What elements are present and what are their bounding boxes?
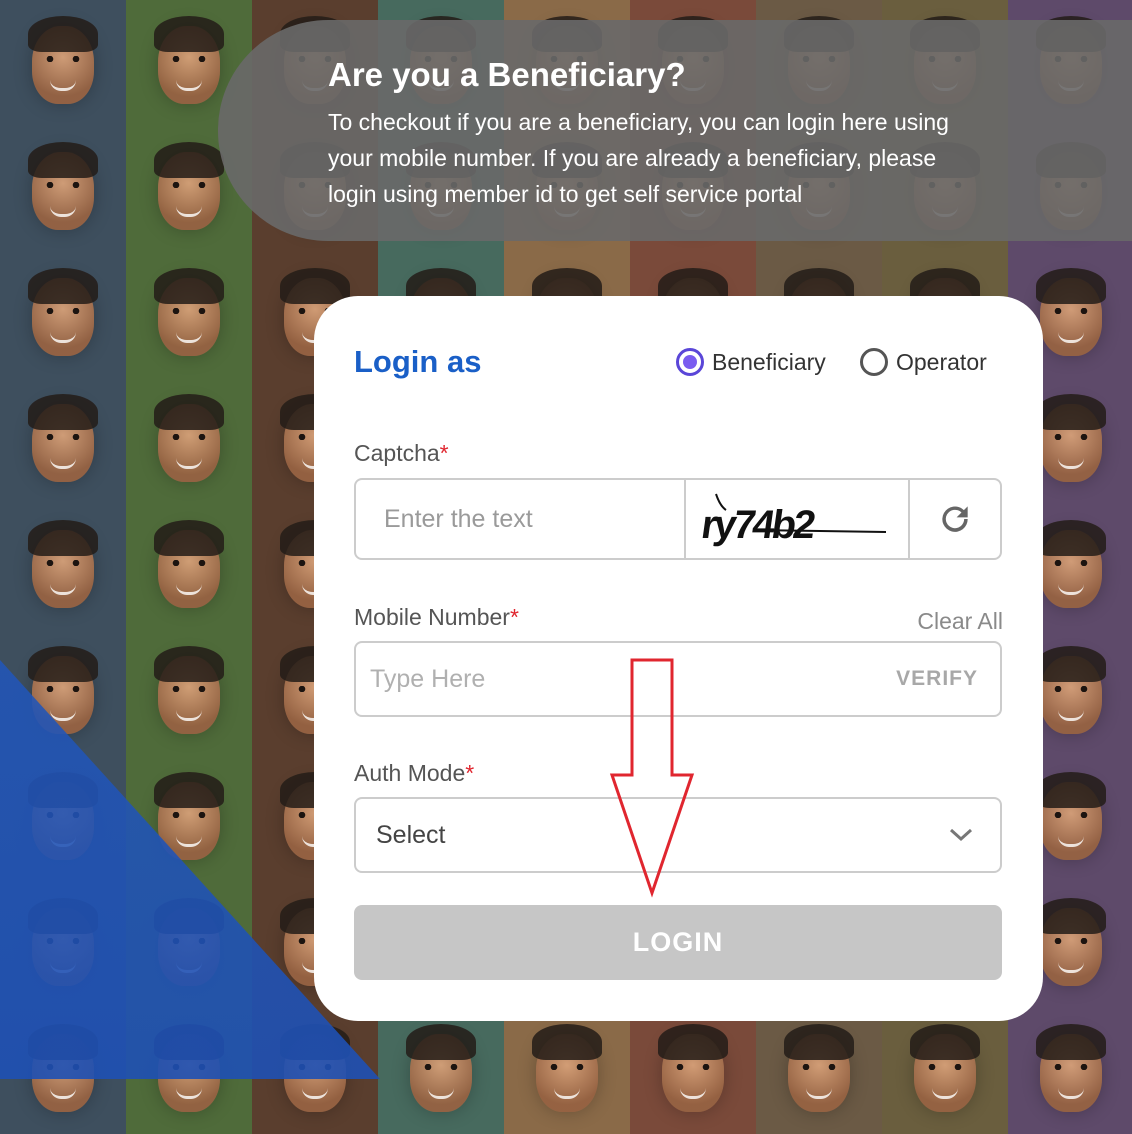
auth-mode-selected-value: Select — [376, 820, 446, 849]
radio-checked-icon[interactable] — [676, 348, 704, 376]
required-asterisk: * — [465, 760, 475, 786]
portrait-tile — [0, 504, 126, 630]
captcha-label: Captcha* — [354, 440, 449, 467]
portrait-tile — [1008, 1008, 1132, 1134]
portrait-tile — [630, 1008, 756, 1134]
auth-mode-label: Auth Mode* — [354, 760, 474, 787]
portrait-tile — [126, 504, 252, 630]
banner-title: Are you a Beneficiary? — [328, 56, 686, 93]
portrait-tile — [504, 1008, 630, 1134]
required-asterisk: * — [509, 604, 519, 630]
clear-all-link[interactable]: Clear All — [917, 608, 1003, 635]
auth-mode-label-text: Auth Mode — [354, 760, 466, 786]
captcha-group: ry74b2 — [354, 478, 1002, 560]
captcha-refresh-button[interactable] — [910, 480, 1000, 558]
portrait-tile — [126, 378, 252, 504]
captcha-input[interactable] — [356, 480, 684, 558]
beneficiary-info-banner: Are you a Beneficiary? To checkout if yo… — [218, 20, 1132, 241]
mobile-number-group: VERIFY — [354, 641, 1002, 717]
login-card: Login as Beneficiary Operator Captcha* r… — [314, 296, 1043, 1021]
radio-unchecked-icon[interactable] — [860, 348, 888, 376]
role-option-label: Operator — [896, 348, 987, 375]
chevron-down-icon — [949, 828, 973, 842]
auth-mode-select[interactable]: Select — [354, 797, 1002, 873]
captcha-image-graphic: ry74b2 — [699, 493, 887, 547]
verify-button[interactable]: VERIFY — [896, 667, 978, 691]
portrait-tile — [882, 1008, 1008, 1134]
portrait-tile — [126, 630, 252, 756]
role-option-beneficiary[interactable]: Beneficiary — [676, 344, 826, 380]
portrait-tile — [126, 252, 252, 378]
login-as-heading: Login as — [354, 344, 482, 379]
required-asterisk: * — [439, 440, 449, 466]
role-option-label: Beneficiary — [712, 348, 826, 375]
portrait-tile — [378, 1008, 504, 1134]
portrait-tile — [0, 252, 126, 378]
role-option-operator[interactable]: Operator — [860, 344, 987, 380]
portrait-tile — [0, 0, 126, 126]
captcha-label-text: Captcha — [354, 440, 440, 466]
login-button[interactable]: LOGIN — [354, 905, 1002, 980]
captcha-image-text: ry74b2 — [699, 502, 818, 547]
mobile-number-input[interactable] — [356, 642, 897, 716]
banner-description: To checkout if you are a beneficiary, yo… — [328, 109, 949, 207]
portrait-tile — [0, 126, 126, 252]
portrait-tile — [0, 378, 126, 504]
portrait-tile — [756, 1008, 882, 1134]
mobile-number-label: Mobile Number* — [354, 604, 519, 631]
captcha-image: ry74b2 — [684, 480, 910, 558]
refresh-icon — [942, 506, 968, 532]
mobile-number-label-text: Mobile Number — [354, 604, 510, 630]
